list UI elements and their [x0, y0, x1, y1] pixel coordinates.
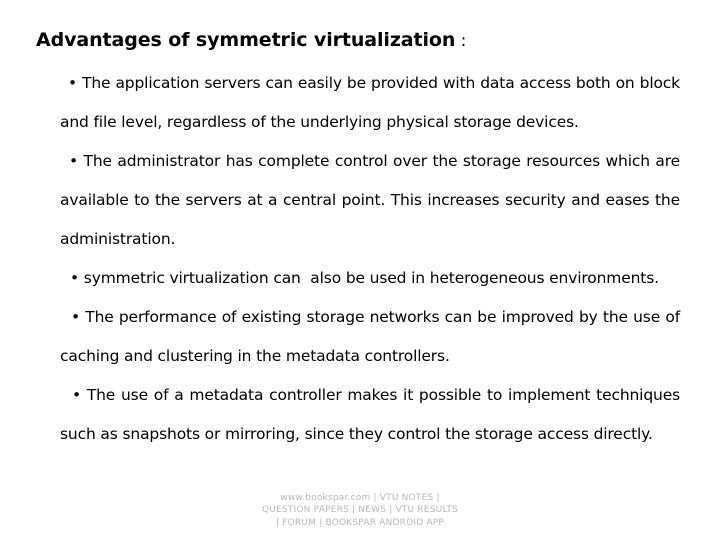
- bullet-item: • The application servers can easily be …: [36, 64, 680, 142]
- bullet-marker-icon: •: [70, 269, 79, 287]
- bullet-item: • The administrator has complete control…: [36, 142, 680, 259]
- bullet-item: • The use of a metadata controller makes…: [36, 376, 680, 454]
- footer-line-2: QUESTION PAPERS | NEWS | VTU RESULTS: [261, 505, 459, 516]
- slide-title: Advantages of symmetric virtualization :: [36, 28, 684, 53]
- footer-line-1: www.bookspar.com | VTU NOTES |: [280, 493, 440, 503]
- footer-line-3: | FORUM | BOOKSPAR ANDROID APP: [275, 517, 445, 528]
- bullet-item: • symmetric virtualization can also be u…: [36, 259, 680, 298]
- bullet-item: • The performance of existing storage ne…: [36, 298, 680, 376]
- bullet-marker-icon: •: [71, 308, 80, 326]
- bullet-marker-icon: •: [69, 152, 78, 170]
- presentation-slide: Advantages of symmetric virtualization :…: [0, 0, 720, 540]
- bullet-text: The use of a metadata controller makes i…: [60, 386, 685, 443]
- bullet-text: The performance of existing storage netw…: [60, 308, 685, 365]
- footer-watermark: www.bookspar.com | VTU NOTES | QUESTION …: [0, 492, 720, 529]
- bullet-text: symmetric virtualization can also be use…: [83, 269, 659, 287]
- bullet-text: The application servers can easily be pr…: [60, 74, 685, 131]
- slide-title-text: Advantages of symmetric virtualization: [36, 29, 456, 51]
- bullet-marker-icon: •: [68, 74, 77, 92]
- bullet-marker-icon: •: [72, 386, 81, 404]
- slide-title-colon: :: [460, 31, 467, 51]
- slide-body: • The application servers can easily be …: [36, 64, 680, 454]
- bullet-text: The administrator has complete control o…: [60, 152, 685, 248]
